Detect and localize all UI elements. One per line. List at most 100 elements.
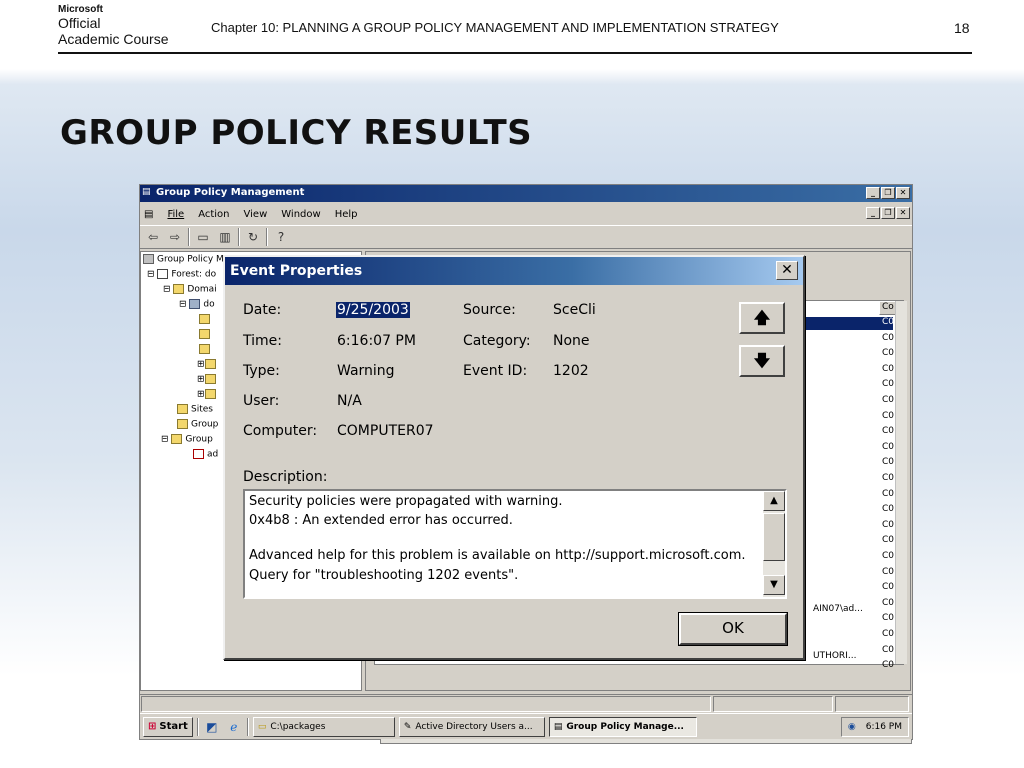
scroll-up-icon[interactable]: ▲ — [763, 491, 785, 511]
source-label: Source: — [463, 302, 516, 318]
date-label: Date: — [243, 302, 282, 318]
start-button[interactable]: ⊞ Start — [143, 716, 193, 737]
list-cell-user: AIN07\ad... — [813, 604, 863, 614]
computer-label: Computer: — [243, 423, 318, 439]
time-value[interactable]: 6:16:07 PM — [337, 333, 416, 349]
tree-item-result-report[interactable]: ad — [193, 449, 218, 460]
modeling-folder-icon — [177, 419, 188, 429]
user-value[interactable]: N/A — [337, 393, 362, 409]
ok-button[interactable]: OK — [678, 612, 788, 646]
toolbar-separator — [238, 228, 240, 246]
mdi-restore-icon[interactable]: ❐ — [881, 207, 895, 219]
ou-folder-icon — [204, 389, 216, 399]
tree-child-4[interactable]: ⊞ — [197, 359, 219, 370]
tree-child-1[interactable] — [199, 314, 213, 325]
previous-event-button[interactable]: 🡅 — [739, 302, 785, 334]
chapter-heading: Chapter 10: PLANNING A GROUP POLICY MANA… — [211, 20, 779, 35]
event-id-value[interactable]: 1202 — [553, 363, 589, 379]
list-cell-computer: C0 — [882, 644, 895, 655]
menu-window[interactable]: Window — [281, 209, 320, 220]
user-label: User: — [243, 393, 280, 409]
date-value[interactable]: 9/25/2003 — [336, 302, 410, 318]
event-list-scrollbar[interactable] — [895, 301, 907, 664]
list-cell-computer: C0 — [882, 473, 895, 483]
restore-icon[interactable]: ❐ — [881, 187, 895, 199]
list-cell-computer: C0 — [882, 660, 895, 671]
show-hide-tree-icon[interactable]: ▥ — [216, 228, 234, 246]
menu-file[interactable]: File — [167, 209, 184, 220]
dialog-close-icon[interactable]: ✕ — [776, 261, 798, 280]
description-label: Description: — [243, 469, 328, 485]
list-cell-computer: C0 — [882, 519, 895, 530]
list-cell-computer: C0 — [882, 332, 895, 343]
tree-item-group-policy-modeling[interactable]: Group — [177, 419, 218, 430]
ou-folder-icon — [204, 374, 216, 384]
quicklaunch-desktop-icon[interactable]: ◩ — [203, 718, 221, 736]
forward-arrow-icon[interactable]: ⇨ — [166, 228, 184, 246]
toolbar-separator — [266, 228, 268, 246]
task-active-directory-users[interactable]: ✎ Active Directory Users a... — [398, 716, 545, 737]
tree-item-domain[interactable]: ⊟ do — [179, 299, 215, 310]
tree-child-2[interactable] — [199, 329, 213, 340]
mdi-window-controls: _ ❐ ✕ — [866, 207, 910, 219]
slide-title: GROUP POLICY RESULTS — [60, 113, 533, 153]
tree-child-5[interactable]: ⊞ — [197, 374, 219, 385]
menu-doc-icon: ▤ — [144, 208, 154, 220]
windows-logo-icon: ⊞ — [148, 721, 157, 732]
network-icon[interactable]: ◉ — [848, 722, 856, 732]
folder-icon — [173, 284, 185, 294]
description-scrollbar[interactable]: ▲ ▼ — [763, 491, 785, 597]
toolbar-separator — [188, 228, 190, 246]
tree-item-root[interactable]: Group Policy M — [143, 254, 224, 265]
close-icon[interactable]: ✕ — [896, 187, 910, 199]
next-event-button[interactable]: 🡇 — [739, 345, 785, 377]
type-value[interactable]: Warning — [337, 363, 395, 379]
tree-child-3[interactable] — [199, 344, 213, 355]
list-cell-computer: C0 — [882, 379, 895, 390]
back-arrow-icon[interactable]: ⇦ — [144, 228, 162, 246]
dialog-title-bar: Event Properties — [225, 257, 803, 285]
refresh-icon[interactable]: ↻ — [244, 228, 262, 246]
gpm-app-icon: ▤ — [142, 187, 151, 197]
up-folder-icon[interactable]: ▭ — [194, 228, 212, 246]
status-cell — [835, 696, 909, 712]
tree-item-forest[interactable]: ⊟ Forest: do — [147, 269, 216, 280]
tree-item-group-policy-results[interactable]: ⊟ Group — [161, 434, 213, 445]
status-cell — [713, 696, 833, 712]
type-label: Type: — [243, 363, 280, 379]
console-icon — [143, 254, 154, 264]
scroll-thumb[interactable] — [763, 513, 785, 561]
minimize-icon[interactable]: _ — [866, 187, 880, 199]
tree-item-sites[interactable]: Sites — [177, 404, 213, 415]
menu-view[interactable]: View — [244, 209, 268, 220]
mdi-close-icon[interactable]: ✕ — [896, 207, 910, 219]
tree-item-domains[interactable]: ⊟ Domai — [163, 284, 217, 295]
taskbar-clock[interactable]: 6:16 PM — [866, 722, 902, 732]
event-id-label: Event ID: — [463, 363, 528, 379]
dialog-title: Event Properties — [230, 263, 363, 279]
gpm-toolbar: ⇦ ⇨ ▭ ▥ ↻ ? — [140, 225, 912, 249]
status-cell — [141, 696, 711, 712]
scroll-down-icon[interactable]: ▼ — [763, 575, 785, 595]
source-value[interactable]: SceCli — [553, 302, 596, 318]
logo-microsoft-text: Microsoft — [58, 4, 103, 15]
microsoft-official-academic-course-logo: Microsoft Official Academic Course — [58, 4, 169, 47]
tree-child-6[interactable]: ⊞ — [197, 389, 219, 400]
header-divider — [58, 52, 972, 54]
task-group-policy-management[interactable]: ▤ Group Policy Manage... — [548, 716, 697, 737]
menu-help[interactable]: Help — [335, 209, 358, 220]
description-textbox[interactable]: Security policies were propagated with w… — [243, 489, 787, 599]
category-value[interactable]: None — [553, 333, 590, 349]
mdi-minimize-icon[interactable]: _ — [866, 207, 880, 219]
time-label: Time: — [243, 333, 282, 349]
task-packages[interactable]: ▭ C:\packages — [252, 716, 395, 737]
computer-value[interactable]: COMPUTER07 — [337, 423, 434, 439]
gpo-link-icon — [199, 344, 210, 354]
help-icon[interactable]: ? — [272, 228, 290, 246]
menu-action[interactable]: Action — [198, 209, 229, 220]
list-cell-computer: C0 — [882, 582, 895, 593]
description-line: Advanced help for this problem is availa… — [249, 548, 746, 563]
quicklaunch-ie-icon[interactable]: ℯ — [225, 718, 243, 736]
category-label: Category: — [463, 333, 531, 349]
gpo-link-icon — [199, 329, 210, 339]
